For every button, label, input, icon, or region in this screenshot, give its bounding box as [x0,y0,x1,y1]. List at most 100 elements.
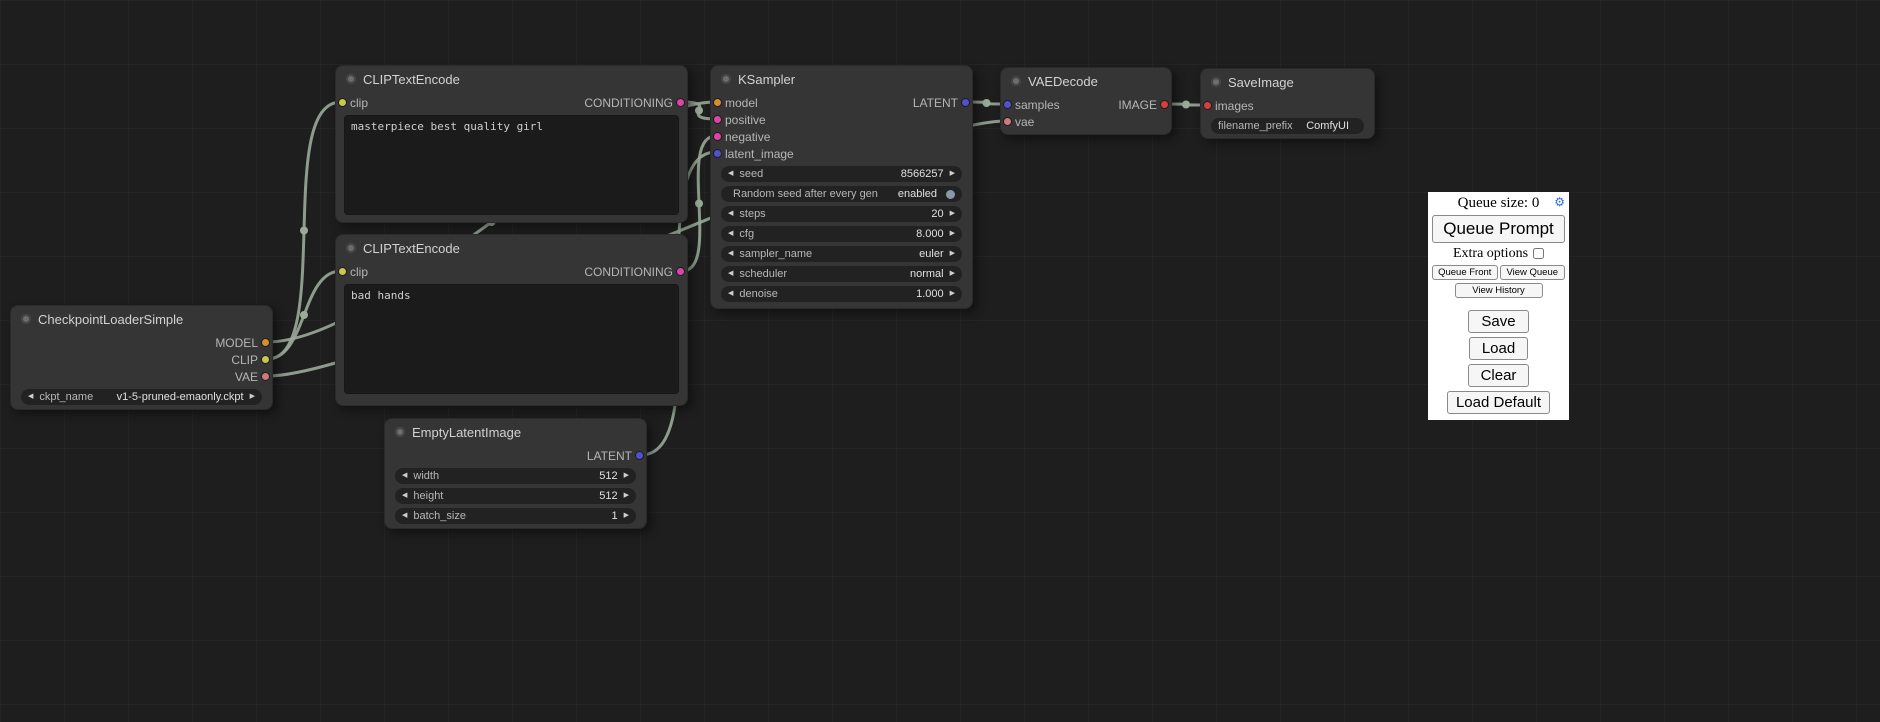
widget-value: 8566257 [901,168,944,180]
node-title-bar[interactable]: VAEDecode [1001,68,1171,94]
slot-row: negative [711,128,972,145]
samples-input-slot[interactable] [1003,100,1012,109]
vae-input-slot[interactable] [1003,117,1012,126]
latent-output-slot[interactable] [635,451,644,460]
combo-right-arrow-icon[interactable]: ▶ [950,286,955,302]
link-midpoint-dot[interactable] [300,311,308,319]
link-midpoint-dot[interactable] [695,200,703,208]
conditioning-output-slot[interactable] [676,98,685,107]
steps-widget[interactable]: ◀ steps 20 ▶ [721,206,962,222]
batch-size-combo-widget[interactable]: ◀ batch_size 1 ▶ [395,508,636,524]
combo-left-arrow-icon[interactable]: ◀ [728,166,733,182]
combo-left-arrow-icon[interactable]: ◀ [728,206,733,222]
save-button[interactable]: Save [1468,310,1528,333]
node-collapse-dot[interactable] [395,427,405,437]
node-collapse-dot[interactable] [346,243,356,253]
images-input-slot[interactable] [1203,101,1212,110]
seed-widget[interactable]: ◀ seed 8566257 ▶ [721,166,962,182]
combo-right-arrow-icon[interactable]: ▶ [950,266,955,282]
combo-left-arrow-icon[interactable]: ◀ [402,488,407,504]
comfy-menu-panel[interactable]: Queue size: 0 ⚙ Queue Prompt Extra optio… [1428,192,1569,420]
toggle-indicator-dot[interactable] [946,190,955,199]
combo-right-arrow-icon[interactable]: ▶ [950,226,955,242]
node-title-label: CLIPTextEncode [363,72,460,87]
clear-button[interactable]: Clear [1468,364,1530,387]
combo-right-arrow-icon[interactable]: ▶ [250,389,255,405]
combo-right-arrow-icon[interactable]: ▶ [624,508,629,524]
link-midpoint-dot[interactable] [695,107,703,115]
node-collapse-dot[interactable] [1211,77,1221,87]
width-combo-widget[interactable]: ◀ width 512 ▶ [395,468,636,484]
node-empty-latent-image[interactable]: EmptyLatentImage LATENT ◀ width 512 ▶ ◀ … [384,418,647,529]
link-midpoint-dot[interactable] [300,227,308,235]
node-title-bar[interactable]: EmptyLatentImage [385,419,646,445]
node-clip-text-encode-positive[interactable]: CLIPTextEncode clip CONDITIONING masterp… [335,65,688,223]
denoise-widget[interactable]: ◀ denoise 1.000 ▶ [721,286,962,302]
model-output-slot[interactable] [261,338,270,347]
node-save-image[interactable]: SaveImage images filename_prefix ComfyUI [1200,68,1375,139]
node-title-bar[interactable]: CLIPTextEncode [336,66,687,92]
slot-row: positive [711,111,972,128]
combo-left-arrow-icon[interactable]: ◀ [728,286,733,302]
cfg-widget[interactable]: ◀ cfg 8.000 ▶ [721,226,962,242]
combo-right-arrow-icon[interactable]: ▶ [950,246,955,262]
node-checkpoint-loader[interactable]: CheckpointLoaderSimple MODEL CLIP VAE ◀ … [10,305,273,410]
output-row: VAE [11,368,272,385]
clip-input-slot[interactable] [338,267,347,276]
combo-left-arrow-icon[interactable]: ◀ [402,508,407,524]
combo-left-arrow-icon[interactable]: ◀ [28,389,33,405]
clip-output-slot[interactable] [261,355,270,364]
node-vae-decode[interactable]: VAEDecode samples IMAGE vae [1000,67,1172,135]
link-midpoint-dot[interactable] [983,99,991,107]
link-midpoint-dot[interactable] [1182,101,1190,109]
vae-output-slot[interactable] [261,372,270,381]
settings-gear-icon[interactable]: ⚙ [1554,195,1565,209]
widget-value: euler [919,248,943,260]
filename-prefix-widget[interactable]: filename_prefix ComfyUI [1211,118,1364,134]
random-seed-toggle-widget[interactable]: Random seed after every gen enabled [721,186,962,202]
positive-prompt-textarea[interactable]: masterpiece best quality girl [344,115,679,215]
combo-right-arrow-icon[interactable]: ▶ [950,166,955,182]
input-label-images: images [1215,99,1254,113]
view-queue-button[interactable]: View Queue [1500,265,1566,280]
node-title-bar[interactable]: SaveImage [1201,69,1374,95]
negative-input-slot[interactable] [713,132,722,141]
node-title-bar[interactable]: CheckpointLoaderSimple [11,306,272,332]
model-input-slot[interactable] [713,98,722,107]
node-collapse-dot[interactable] [21,314,31,324]
load-default-button[interactable]: Load Default [1447,391,1550,414]
node-collapse-dot[interactable] [346,74,356,84]
latent-image-input-slot[interactable] [713,149,722,158]
sampler-name-widget[interactable]: ◀ sampler_name euler ▶ [721,246,962,262]
node-title-bar[interactable]: KSampler [711,66,972,92]
node-collapse-dot[interactable] [1011,76,1021,86]
extra-options-checkbox[interactable] [1533,248,1544,259]
ckpt-name-combo-widget[interactable]: ◀ ckpt_name v1-5-pruned-emaonly.ckpt ▶ [21,389,262,405]
combo-left-arrow-icon[interactable]: ◀ [728,266,733,282]
load-button[interactable]: Load [1469,337,1528,360]
positive-input-slot[interactable] [713,115,722,124]
input-label-clip: clip [350,96,368,110]
view-history-button[interactable]: View History [1455,283,1543,298]
node-collapse-dot[interactable] [721,74,731,84]
queue-prompt-button[interactable]: Queue Prompt [1432,215,1565,243]
height-combo-widget[interactable]: ◀ height 512 ▶ [395,488,636,504]
node-title-bar[interactable]: CLIPTextEncode [336,235,687,261]
conditioning-output-slot[interactable] [676,267,685,276]
node-clip-text-encode-negative[interactable]: CLIPTextEncode clip CONDITIONING bad han… [335,234,688,406]
output-label-clip: CLIP [231,353,258,367]
queue-front-button[interactable]: Queue Front [1432,265,1498,280]
image-output-slot[interactable] [1160,100,1169,109]
combo-right-arrow-icon[interactable]: ▶ [624,468,629,484]
slot-row: vae [1001,113,1171,130]
combo-left-arrow-icon[interactable]: ◀ [728,226,733,242]
combo-right-arrow-icon[interactable]: ▶ [624,488,629,504]
clip-input-slot[interactable] [338,98,347,107]
negative-prompt-textarea[interactable]: bad hands [344,284,679,394]
combo-right-arrow-icon[interactable]: ▶ [950,206,955,222]
node-ksampler[interactable]: KSampler model LATENT positive negative … [710,65,973,309]
scheduler-widget[interactable]: ◀ scheduler normal ▶ [721,266,962,282]
latent-output-slot[interactable] [961,98,970,107]
combo-left-arrow-icon[interactable]: ◀ [728,246,733,262]
combo-left-arrow-icon[interactable]: ◀ [402,468,407,484]
